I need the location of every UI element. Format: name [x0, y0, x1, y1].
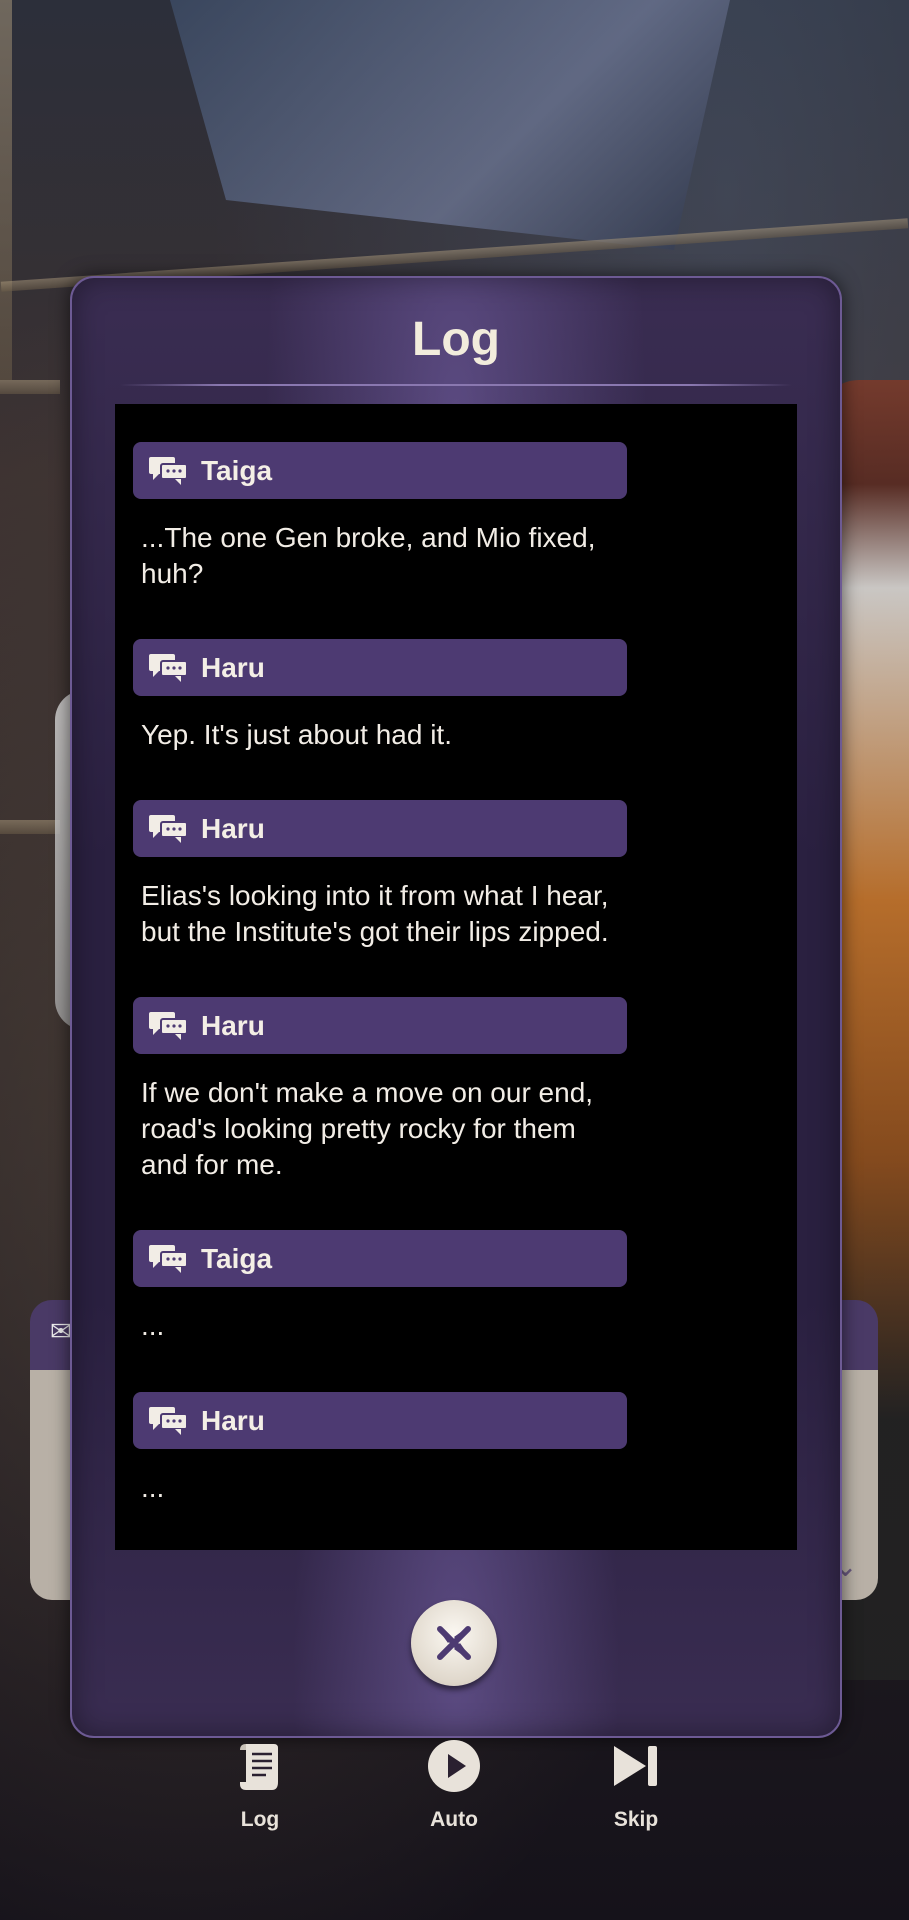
chat-bubbles-icon	[149, 456, 188, 485]
speaker-bar: Taiga	[133, 1230, 627, 1287]
speaker-name: Haru	[201, 1404, 265, 1436]
close-button[interactable]	[411, 1600, 497, 1686]
auto-button[interactable]: Auto	[394, 1738, 514, 1832]
skip-icon	[614, 1746, 657, 1786]
modal-title: Log	[412, 313, 500, 366]
speaker-bar: Haru	[133, 800, 627, 857]
chat-bubbles-icon	[149, 814, 188, 843]
skip-label: Skip	[613, 1808, 659, 1831]
speaker-bar: Taiga	[133, 442, 627, 499]
dialogue-text: Elias's looking into it from what I hear…	[141, 880, 609, 947]
dialogue-text: ...	[141, 1310, 165, 1341]
speaker-bar: Haru	[133, 639, 627, 696]
log-button[interactable]: Log	[200, 1738, 320, 1832]
play-icon	[428, 1740, 480, 1792]
speaker-name: Haru	[201, 812, 265, 844]
log-modal: Log Taiga ...The one Gen broke, and Mio …	[70, 276, 842, 1738]
scroll-icon	[240, 1744, 278, 1790]
dialogue-text: ...	[141, 1472, 165, 1503]
speaker-name: Haru	[201, 651, 265, 683]
wall-beam	[0, 820, 60, 834]
log-list[interactable]: Taiga ...The one Gen broke, and Mio fixe…	[115, 404, 797, 1550]
dialogue-text: Yep. It's just about had it.	[141, 719, 452, 750]
speaker-name: Taiga	[201, 1242, 273, 1274]
title-divider	[120, 384, 792, 386]
speaker-name: Taiga	[201, 454, 273, 486]
chat-bubbles-icon	[149, 1011, 188, 1040]
ceiling-beam	[0, 0, 12, 380]
log-label: Log	[240, 1808, 280, 1831]
speaker-bar: Haru	[133, 1392, 627, 1449]
auto-label: Auto	[430, 1808, 478, 1831]
window-pane	[170, 0, 730, 250]
bottom-controls: Log Auto Skip	[0, 1738, 909, 1858]
skip-button[interactable]: Skip	[576, 1738, 696, 1832]
speaker-bar: Haru	[133, 997, 627, 1054]
speaker-name: Haru	[201, 1009, 265, 1041]
chat-bubbles-icon	[149, 653, 188, 682]
close-x-icon	[437, 1626, 471, 1660]
chat-bubbles-icon	[149, 1406, 188, 1435]
dialogue-text: If we don't make a move on our end, road…	[141, 1077, 594, 1180]
chat-bubbles-icon	[149, 1244, 188, 1273]
wall-beam	[0, 380, 60, 394]
chat-bubbles-icon: ✉	[50, 1316, 72, 1346]
dialogue-text: ...The one Gen broke, and Mio fixed, huh…	[141, 522, 596, 589]
